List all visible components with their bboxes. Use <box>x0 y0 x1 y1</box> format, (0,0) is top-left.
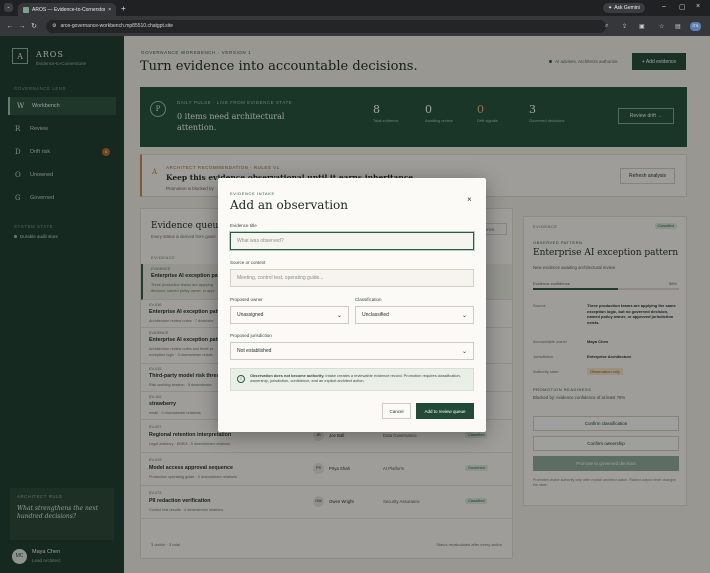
info-text: Observation does not become authority. I… <box>250 373 468 384</box>
share-icon[interactable]: ⇪ <box>622 23 627 30</box>
jurisdiction-label: Proposed jurisdiction <box>230 333 272 338</box>
address-bar[interactable]: ⚙ aros-governance-workbench.mp85510.chat… <box>46 19 606 33</box>
browser-toolbar: ← → ↻ ⚙ aros-governance-workbench.mp8551… <box>0 16 710 36</box>
gemini-label: Ask Gemini <box>614 5 640 11</box>
tab-close-icon[interactable]: × <box>108 7 111 13</box>
source-input[interactable]: Meeting, control test, operating guide..… <box>230 269 474 287</box>
reload-icon[interactable]: ↻ <box>28 22 40 30</box>
add-observation-modal: EVIDENCE INTAKE Add an observation × Evi… <box>218 178 486 432</box>
owner-label: Proposed owner <box>230 297 263 302</box>
tab-menu-icon[interactable]: ⌄ <box>4 3 13 12</box>
source-label: Source or context <box>230 260 266 265</box>
window-close-icon[interactable]: × <box>696 3 700 10</box>
maximize-icon[interactable]: ▢ <box>679 3 686 11</box>
new-tab-icon[interactable]: + <box>121 4 126 13</box>
gemini-icon: ✦ <box>608 5 613 11</box>
sidepanel-icon[interactable]: ▤ <box>675 23 681 30</box>
browser-tab[interactable]: AROS — Evidence-to-Cornerston × <box>18 3 116 16</box>
info-notice: i Observation does not become authority.… <box>230 368 474 391</box>
extensions-icon[interactable]: ▣ <box>639 23 645 30</box>
info-bold: Observation does not become authority. <box>250 373 325 378</box>
evidence-title-label: Evidence title <box>230 223 257 228</box>
bookmark-icon[interactable]: ☆ <box>659 23 664 30</box>
owner-select[interactable]: Unassigned ⌄ <box>230 306 349 324</box>
favicon-icon <box>23 6 29 13</box>
url-text: aros-governance-workbench.mp85510.chatgp… <box>60 23 174 29</box>
zoom-icon[interactable]: ⌕ <box>605 23 608 30</box>
back-icon[interactable]: ← <box>4 23 16 30</box>
forward-icon[interactable]: → <box>16 23 28 30</box>
site-info-icon[interactable]: ⚙ <box>52 23 56 29</box>
evidence-title-input[interactable]: What was observed? <box>230 232 474 250</box>
profile-avatar[interactable]: ITS <box>690 21 701 31</box>
chevron-down-icon: ⌄ <box>461 348 467 355</box>
browser-tabbar: ⌄ AROS — Evidence-to-Cornerston × + ✦ Ask… <box>0 0 710 16</box>
modal-eyebrow: EVIDENCE INTAKE <box>230 191 275 196</box>
classification-label: Classification <box>355 297 382 302</box>
minimize-icon[interactable]: – <box>662 3 666 10</box>
chevron-down-icon: ⌄ <box>461 312 467 319</box>
tab-title: AROS — Evidence-to-Cornerston <box>32 6 106 13</box>
jurisdiction-select-value: Not established <box>237 348 272 354</box>
jurisdiction-select[interactable]: Not established ⌄ <box>230 342 474 360</box>
info-icon: i <box>237 375 245 383</box>
classification-select[interactable]: Unclassified ⌄ <box>355 306 474 324</box>
cancel-button[interactable]: Cancel <box>382 403 411 419</box>
modal-title: Add an observation <box>230 198 348 212</box>
add-to-review-queue-button[interactable]: Add to review queue <box>416 403 474 419</box>
owner-select-value: Unassigned <box>237 312 264 318</box>
classification-select-value: Unclassified <box>362 312 389 318</box>
modal-close-icon[interactable]: × <box>467 195 472 204</box>
chevron-down-icon: ⌄ <box>336 312 342 319</box>
ask-gemini-button[interactable]: ✦ Ask Gemini <box>603 3 645 13</box>
